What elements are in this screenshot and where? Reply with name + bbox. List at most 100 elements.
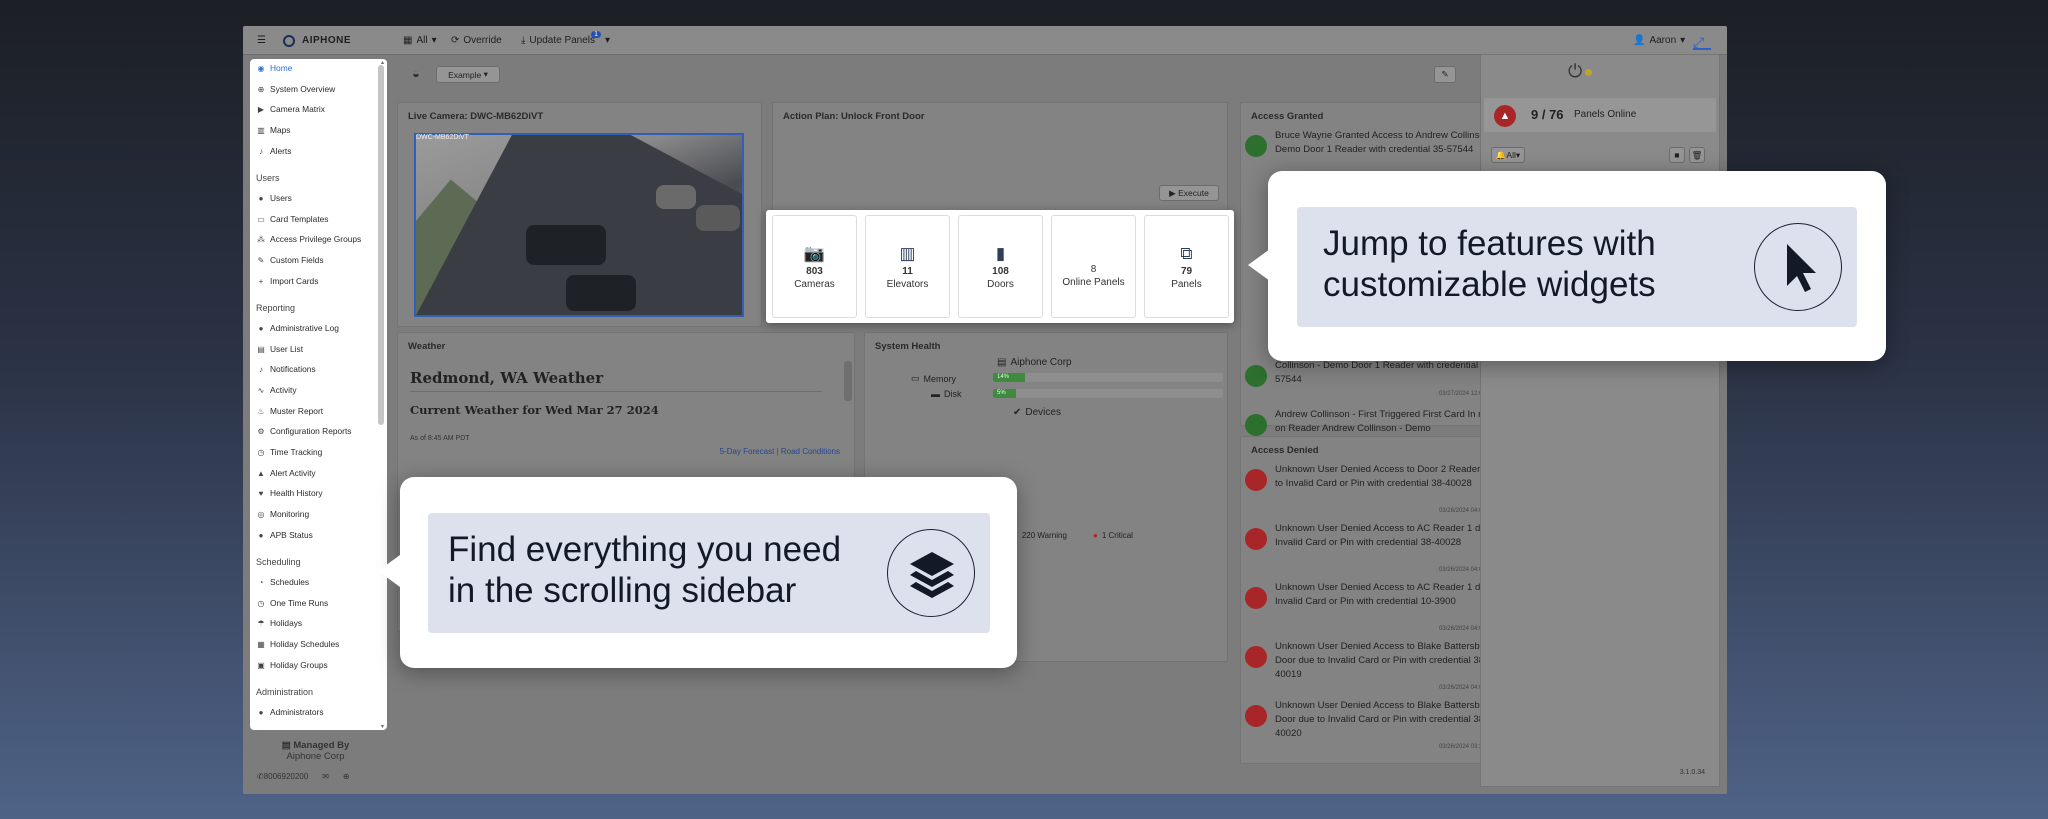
sidebar-item-holidays[interactable]: ☂ Holidays <box>256 616 302 630</box>
sidebar-item-alerts[interactable]: ♪ Alerts <box>256 144 291 158</box>
widget-cameras[interactable]: 📷 803 Cameras <box>772 215 857 318</box>
sidebar-item-monitoring[interactable]: ◎ Monitoring <box>256 507 310 521</box>
status-dot-icon <box>1585 69 1592 76</box>
eye-icon: ◎ <box>257 509 265 519</box>
object-group-icon: ▣ <box>257 660 265 670</box>
sidebar-item-card-templates[interactable]: ▭ Card Templates <box>256 212 328 226</box>
camera-overlay-label: DWC-MB62DiVT <box>416 134 469 141</box>
sidebar-item-system-overview[interactable]: ⊕ System Overview <box>256 82 336 96</box>
video-icon: ▶ <box>257 104 265 114</box>
scrollbar[interactable] <box>844 361 852 401</box>
warning-icon: ▲ <box>257 468 265 478</box>
sidebar-item-maps[interactable]: ▥ Maps <box>256 123 290 137</box>
sidebar-item-custom-fields[interactable]: ✎ Custom Fields <box>256 253 324 267</box>
widget-online-panels[interactable]: 8 Online Panels <box>1051 215 1136 318</box>
sidebar-item-home[interactable]: ◉ Home <box>256 61 293 75</box>
disk-bar: 5% <box>993 389 1223 398</box>
list-item[interactable]: Andrew Collinson - First Triggered First… <box>1245 408 1510 438</box>
sidebar-item-one-time-runs[interactable]: ◷ One Time Runs <box>256 596 329 610</box>
list-item[interactable]: Unknown User Denied Access to AC Reader … <box>1245 522 1510 580</box>
panels-online-summary[interactable]: ▲ 9 / 76 Panels Online <box>1484 98 1716 132</box>
sidebar-item-configuration-reports[interactable]: ⚙ Configuration Reports <box>256 424 351 438</box>
aiphone-logo[interactable]: AIPHONE <box>283 26 351 55</box>
globe-icon[interactable]: ⊕ <box>343 772 350 781</box>
power-icon[interactable]: ⏻ <box>1568 61 1582 82</box>
map-icon: ▥ <box>257 125 265 135</box>
dashboard-selector[interactable]: Example ▾ <box>436 66 500 83</box>
hamburger-menu-icon[interactable]: ☰ <box>257 26 266 55</box>
devices-header[interactable]: ✔ Devices <box>1013 407 1061 418</box>
sidebar-section-scheduling: Scheduling <box>256 557 301 567</box>
list-item[interactable]: Unknown User Denied Access to AC Reader … <box>1245 581 1510 639</box>
sidebar-item-alert-activity[interactable]: ▲ Alert Activity <box>256 466 316 480</box>
sidebar-callout: Find everything you need in the scrollin… <box>378 477 1017 668</box>
sidebar-item-holiday-groups[interactable]: ▣ Holiday Groups <box>256 658 328 672</box>
user-plus-icon: + <box>258 276 264 286</box>
delete-button[interactable]: 🗑 <box>1689 147 1705 163</box>
weather-heading: Redmond, WA Weather <box>410 369 604 387</box>
sidebar-item-time-tracking[interactable]: ◷ Time Tracking <box>256 445 323 459</box>
home-icon: ◉ <box>257 63 265 73</box>
stats-widgets-strip: 📷 803 Cameras ▥ 11 Elevators ▮ 108 Doors… <box>766 210 1234 323</box>
warning-count: ●220 Warning <box>1013 531 1067 540</box>
list-item[interactable]: Unknown User Denied Access to Blake Batt… <box>1245 699 1510 757</box>
update-panels-button[interactable]: ⤓ Update Panels 1 ▾ <box>521 26 610 55</box>
building-icon: ▤ <box>281 740 291 751</box>
user-menu[interactable]: 👤 Aaron ▾ <box>1633 26 1685 55</box>
sidebar-item-users[interactable]: ● Users <box>256 191 292 205</box>
sidebar-item-import-cards[interactable]: + Import Cards <box>256 274 319 288</box>
sidebar-item-administrators[interactable]: ● Administrators <box>256 705 324 719</box>
memory-label: ▭ Memory <box>911 373 957 384</box>
sidebar-item-administrative-log[interactable]: ● Administrative Log <box>256 321 339 335</box>
list-item[interactable]: Unknown User Denied Access to Door 2 Rea… <box>1245 463 1510 521</box>
email-icon[interactable]: ✉ <box>322 772 329 781</box>
forecast-link[interactable]: 5-Day Forecast <box>720 447 775 456</box>
site-filter-dropdown[interactable]: ▦ All ▾ <box>403 26 437 55</box>
list-item[interactable]: Unknown User Denied Access to Blake Batt… <box>1245 640 1510 698</box>
edit-dashboard-button[interactable]: ✎ <box>1434 66 1456 83</box>
check-icon: ✔ <box>1013 407 1022 418</box>
widget-elevators[interactable]: ▥ 11 Elevators <box>865 215 950 318</box>
health-org: ▤ Aiphone Corp <box>997 357 1072 368</box>
widgets-callout: Jump to features with customizable widge… <box>1248 171 1886 361</box>
sidebar-item-muster-report[interactable]: ♨ Muster Report <box>256 404 323 418</box>
sidebar-item-health-history[interactable]: ♥ Health History <box>256 486 323 500</box>
phone-link[interactable]: ✆8006920200 <box>257 772 308 781</box>
stopwatch-icon: ◷ <box>257 598 265 608</box>
sidebar-item-apb-status[interactable]: ● APB Status <box>256 528 313 542</box>
trash-icon: 🗑 <box>1691 149 1703 160</box>
weather-subheading: Current Weather for Wed Mar 27 2024 <box>410 403 659 417</box>
sidebar-item-notifications[interactable]: ♪ Notifications <box>256 362 316 376</box>
divider <box>410 391 822 392</box>
scroll-up-icon[interactable]: ▴ <box>381 59 384 66</box>
widget-doors[interactable]: ▮ 108 Doors <box>958 215 1043 318</box>
caret-down-icon: ▾ <box>605 35 611 46</box>
sidebar-item-user-list[interactable]: ▤ User List <box>256 342 303 356</box>
pencil-icon: ✎ <box>257 255 265 265</box>
override-button[interactable]: ⟳ Override <box>451 26 502 55</box>
network-icon: ⧉ <box>1180 244 1193 263</box>
sidebar-item-access-privilege-groups[interactable]: ⁂ Access Privilege Groups <box>256 232 361 246</box>
stop-button[interactable]: ■ <box>1669 147 1685 163</box>
play-icon: ▶ <box>1169 187 1176 198</box>
avatar <box>1245 705 1267 727</box>
road-conditions-link[interactable]: Road Conditions <box>781 447 840 456</box>
list-item[interactable]: Bruce Wayne Granted Access to Andrew Col… <box>1245 129 1510 175</box>
camera-feed-image[interactable] <box>414 133 744 317</box>
sidebar-section-administration: Administration <box>256 687 314 697</box>
scroll-down-icon[interactable]: ▾ <box>381 723 384 730</box>
weather-timestamp: As of 8:45 AM PDT <box>410 435 470 442</box>
sidebar-item-schedules[interactable]: ◔ Schedules <box>256 575 310 589</box>
list-icon: ▤ <box>257 344 265 354</box>
expand-icon[interactable]: ⤢ <box>1693 34 1711 50</box>
caret-down-icon: ▾ <box>431 35 437 46</box>
sidebar-item-activity[interactable]: ∿ Activity <box>256 383 297 397</box>
panel-filter-dropdown[interactable]: 🔔 All ▾ <box>1491 147 1525 163</box>
sidebar-scrollbar[interactable] <box>378 65 384 425</box>
widget-panels[interactable]: ⧉ 79 Panels <box>1144 215 1229 318</box>
execute-button[interactable]: ▶ Execute <box>1159 185 1219 201</box>
sidebar-item-holiday-schedules[interactable]: ▦ Holiday Schedules <box>256 637 339 651</box>
list-item[interactable]: Collinson - Demo Door 1 Reader with cred… <box>1245 360 1510 407</box>
camera-icon: 📷 <box>803 244 826 263</box>
sidebar-item-camera-matrix[interactable]: ▶ Camera Matrix <box>256 102 325 116</box>
